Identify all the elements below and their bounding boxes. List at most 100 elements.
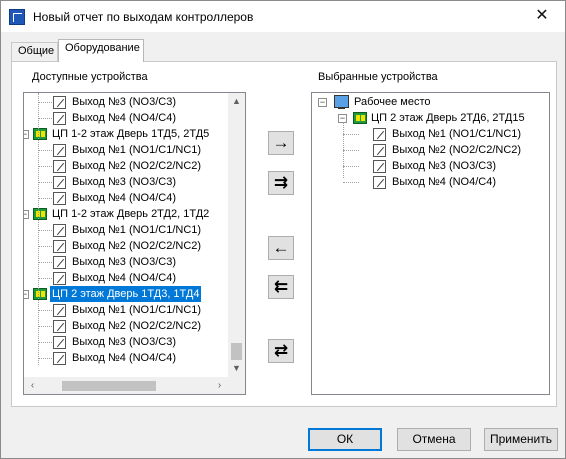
tree-output-row[interactable]: Выход №1 (NO1/C1/NC1) [24, 222, 228, 238]
output-relay-icon [53, 240, 66, 253]
tree-output-row[interactable]: Выход №4 (NO4/C4) [24, 270, 228, 286]
tree-output-label: Выход №2 (NO2/C2/NC2) [72, 320, 202, 332]
scroll-up-icon[interactable]: ▲ [228, 93, 245, 110]
apply-button[interactable]: Применить [484, 428, 558, 451]
tree-device-label: ЦП 2 этаж Дверь 1ТД3, 1ТД4 [50, 286, 202, 302]
collapse-icon[interactable]: − [24, 210, 29, 219]
tree-device-row[interactable]: − ЦП 1-2 этаж Дверь 1ТД5, 2ТД5 [24, 126, 228, 142]
tree-output-row[interactable]: Выход №1 (NO1/C1/NC1) [24, 302, 228, 318]
selected-devices-label: Выбранные устройства [318, 71, 438, 83]
output-relay-icon [53, 336, 66, 349]
tree-output-row[interactable]: Выход №3 (NO3/C3) [312, 158, 547, 174]
tree-output-row[interactable]: Выход №4 (NO4/C4) [24, 110, 228, 126]
tree-output-label: Выход №1 (NO1/C1/NC1) [72, 144, 202, 156]
available-vertical-scrollbar[interactable]: ▲ ▼ [228, 93, 245, 377]
tree-connector [38, 358, 52, 359]
controller-icon [33, 128, 47, 140]
tree-output-label: Выход №4 (NO4/C4) [72, 112, 177, 124]
output-relay-icon [53, 352, 66, 365]
tree-output-row[interactable]: Выход №3 (NO3/C3) [24, 334, 228, 350]
tree-output-label: Выход №3 (NO3/C3) [392, 160, 497, 172]
tree-output-row[interactable]: Выход №3 (NO3/C3) [24, 94, 228, 110]
tree-device-label: ЦП 1-2 этаж Дверь 1ТД5, 2ТД5 [52, 128, 210, 140]
tree-output-row[interactable]: Выход №2 (NO2/C2/NC2) [24, 238, 228, 254]
output-relay-icon [53, 272, 66, 285]
tree-device-row[interactable]: − ЦП 1-2 этаж Дверь 2ТД2, 1ТД2 [24, 206, 228, 222]
add-selected-button[interactable]: → [268, 131, 294, 155]
tree-connector [38, 198, 52, 199]
available-horizontal-scrollbar[interactable]: ‹ › [24, 377, 228, 394]
controller-icon [33, 288, 47, 300]
remove-selected-button[interactable]: ← [268, 236, 294, 260]
available-devices-tree[interactable]: Выход №3 (NO3/C3) Выход №4 (NO4/C4) − ЦП 1-… [23, 92, 246, 395]
tab-equipment[interactable]: Оборудование [58, 39, 144, 62]
tree-connector [38, 246, 52, 247]
tree-output-label: Выход №2 (NO2/C2/NC2) [392, 144, 522, 156]
title-bar: Новый отчет по выходам контроллеров ✕ [1, 1, 565, 32]
tree-output-row[interactable]: Выход №3 (NO3/C3) [24, 254, 228, 270]
output-relay-icon [373, 160, 386, 173]
tree-output-label: Выход №1 (NO1/C1/NC1) [72, 224, 202, 236]
tree-output-row[interactable]: Выход №4 (NO4/C4) [312, 174, 547, 190]
output-relay-icon [53, 320, 66, 333]
collapse-icon[interactable]: − [24, 290, 29, 299]
tree-output-row[interactable]: Выход №4 (NO4/C4) [24, 190, 228, 206]
scroll-left-icon[interactable]: ‹ [24, 377, 41, 394]
swap-button[interactable]: ⇄ [268, 339, 294, 363]
scroll-thumb[interactable] [231, 343, 242, 360]
remove-all-button[interactable]: ⇇ [268, 275, 294, 299]
tree-connector [343, 134, 359, 135]
tree-connector [343, 150, 359, 151]
tree-connector [38, 278, 52, 279]
tree-output-label: Выход №4 (NO4/C4) [72, 352, 177, 364]
workstation-icon [334, 95, 349, 109]
tree-connector [343, 182, 359, 183]
cancel-button[interactable]: Отмена [397, 428, 471, 451]
output-relay-icon [53, 96, 66, 109]
tree-output-row[interactable]: Выход №2 (NO2/C2/NC2) [24, 318, 228, 334]
tree-device-row[interactable]: − ЦП 2 этаж Дверь 2ТД6, 2ТД15 [312, 110, 547, 126]
app-icon [9, 9, 25, 25]
ok-button[interactable]: ОК [308, 428, 382, 451]
tree-output-row[interactable]: Выход №4 (NO4/C4) [24, 350, 228, 366]
tree-device-label: ЦП 2 этаж Дверь 2ТД6, 2ТД15 [371, 112, 525, 124]
tree-connector [38, 93, 39, 365]
tree-output-row[interactable]: Выход №1 (NO1/C1/NC1) [312, 126, 547, 142]
selected-devices-tree[interactable]: − Рабочее место − ЦП 2 этаж Дверь 2ТД6, … [311, 92, 550, 395]
tree-output-row[interactable]: Выход №2 (NO2/C2/NC2) [312, 142, 547, 158]
output-relay-icon [53, 176, 66, 189]
tree-device-label: ЦП 1-2 этаж Дверь 2ТД2, 1ТД2 [52, 208, 210, 220]
tree-device-row[interactable]: − ЦП 2 этаж Дверь 1ТД3, 1ТД4 [24, 286, 228, 302]
add-all-button[interactable]: ⇉ [268, 171, 294, 195]
tree-output-row[interactable]: Выход №1 (NO1/C1/NC1) [24, 142, 228, 158]
scroll-down-icon[interactable]: ▼ [228, 360, 245, 377]
output-relay-icon [53, 160, 66, 173]
output-relay-icon [53, 144, 66, 157]
collapse-icon[interactable]: − [24, 130, 29, 139]
output-relay-icon [53, 256, 66, 269]
collapse-icon[interactable]: − [318, 98, 327, 107]
tree-root-row[interactable]: − Рабочее место [312, 94, 547, 110]
tree-output-label: Выход №2 (NO2/C2/NC2) [72, 240, 202, 252]
tree-connector [38, 342, 52, 343]
close-icon[interactable]: ✕ [519, 1, 565, 32]
tree-connector [38, 102, 52, 103]
tree-output-label: Выход №1 (NO1/C1/NC1) [72, 304, 202, 316]
tree-output-label: Выход №3 (NO3/C3) [72, 256, 177, 268]
tree-output-row[interactable]: Выход №2 (NO2/C2/NC2) [24, 158, 228, 174]
scroll-right-icon[interactable]: › [211, 377, 228, 394]
tree-connector [38, 150, 52, 151]
hscroll-thumb[interactable] [62, 381, 156, 391]
available-tree-content: Выход №3 (NO3/C3) Выход №4 (NO4/C4) − ЦП 1-… [24, 93, 228, 377]
tree-output-label: Выход №2 (NO2/C2/NC2) [72, 160, 202, 172]
output-relay-icon [373, 144, 386, 157]
tree-connector [38, 166, 52, 167]
output-relay-icon [53, 224, 66, 237]
tree-connector [38, 230, 52, 231]
tree-output-row[interactable]: Выход №3 (NO3/C3) [24, 174, 228, 190]
controller-icon [353, 112, 367, 124]
tree-output-label: Выход №4 (NO4/C4) [72, 192, 177, 204]
tab-general[interactable]: Общие [11, 42, 58, 61]
tree-output-label: Выход №3 (NO3/C3) [72, 176, 177, 188]
tree-connector [38, 310, 52, 311]
